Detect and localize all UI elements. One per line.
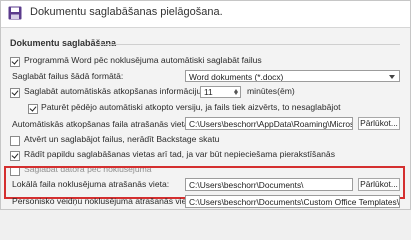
autorecover-checkbox[interactable] — [10, 88, 20, 98]
no-backstage-checkbox[interactable] — [10, 136, 20, 146]
floppy-disk-icon — [8, 6, 22, 20]
autorecover-minutes-value: 11 — [204, 87, 213, 97]
section-title: Dokumentu saglabāšana — [10, 38, 117, 48]
file-format-select[interactable]: Word dokuments (*.docx) — [185, 70, 400, 82]
file-format-value: Word dokuments (*.docx) — [189, 72, 284, 82]
section-divider — [96, 44, 400, 45]
autorecover-minutes-spinner[interactable]: 11 — [200, 86, 241, 98]
more-places-label: Rādīt papildu saglabāšanas vietas arī ta… — [24, 149, 335, 159]
autorecover-location-label: Automātiskās atkopšanas faila atrašanās … — [12, 119, 192, 129]
autorecover-location-field[interactable]: C:\Users\beschorr\AppData\Roaming\Micros… — [185, 117, 353, 130]
personal-templates-field[interactable]: C:\Users\beschorr\Documents\Custom Offic… — [185, 195, 400, 208]
save-format-checkbox[interactable] — [10, 57, 20, 67]
autorecover-label: Saglabāt automātiskās atkopšanas informā… — [24, 86, 227, 96]
save-format-label: Programmā Word pēc noklusējuma automātis… — [24, 55, 262, 65]
spinner-down-icon[interactable] — [234, 92, 238, 95]
keep-last-checkbox[interactable] — [28, 104, 38, 114]
default-local-browse-button[interactable]: Pārlūkot... — [358, 178, 400, 191]
autorecover-browse-button[interactable]: Pārlūkot... — [358, 117, 400, 130]
default-local-label: Lokālā faila noklusējuma atrašanās vieta… — [12, 179, 170, 189]
default-local-field[interactable]: C:\Users\beschorr\Documents\ — [185, 178, 353, 191]
more-places-checkbox[interactable] — [10, 151, 20, 161]
file-format-label: Saglabāt failus šādā formātā: — [12, 71, 124, 81]
autorecover-minutes-label: minūtes(ēm) — [247, 86, 295, 96]
no-backstage-label: Atvērt un saglabājot failus, nerādīt Bac… — [24, 134, 220, 144]
keep-last-label: Paturēt pēdējo automātiski atkopto versi… — [41, 102, 341, 112]
page-title: Dokumentu saglabāšanas pielāgošana. — [30, 6, 223, 18]
personal-templates-label: Personisko veidņu noklusējuma atrašanās … — [12, 196, 196, 206]
chevron-down-icon — [389, 75, 395, 79]
